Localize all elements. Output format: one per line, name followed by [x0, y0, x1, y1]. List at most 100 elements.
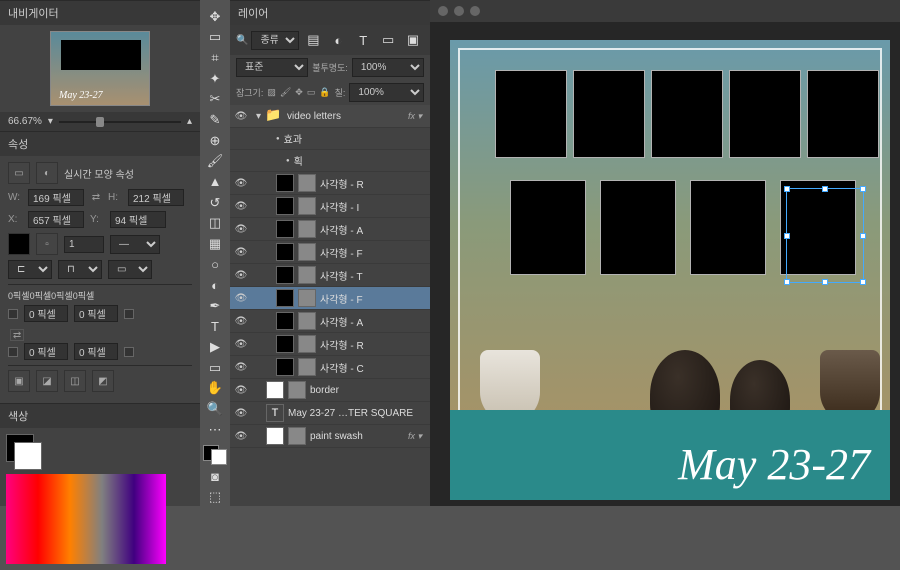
dodge-tool[interactable]: ◐: [204, 276, 226, 294]
transform-bounding-box[interactable]: [786, 188, 864, 283]
filter-type-icon[interactable]: T: [352, 29, 374, 51]
layer-name[interactable]: border: [310, 385, 339, 396]
layer-name[interactable]: 획: [294, 153, 303, 168]
gradient-tool[interactable]: ▦: [204, 235, 226, 253]
visibility-icon[interactable]: 👁: [234, 245, 248, 259]
layer-item[interactable]: 👁사각형 - I: [230, 195, 430, 218]
photo-placeholder[interactable]: [729, 70, 801, 158]
disclosure-icon[interactable]: ▾: [256, 111, 261, 122]
photo-placeholder[interactable]: [651, 70, 723, 158]
visibility-icon[interactable]: 👁: [234, 360, 248, 374]
width-input[interactable]: [28, 189, 84, 206]
layer-thumbnail[interactable]: [266, 427, 284, 445]
transform-handle[interactable]: [784, 279, 790, 285]
filter-shape-icon[interactable]: ▭: [377, 29, 399, 51]
screenmode-tool[interactable]: ⬚: [204, 488, 226, 506]
corner-tr-input[interactable]: [74, 305, 118, 322]
stroke-color-swatch[interactable]: ▫: [36, 233, 58, 255]
background-color[interactable]: [14, 442, 42, 470]
layer-item[interactable]: 👁TMay 23-27 …TER SQUARE: [230, 402, 430, 425]
stamp-tool[interactable]: ▲: [204, 173, 226, 191]
transform-handle[interactable]: [860, 186, 866, 192]
zoom-tool[interactable]: 🔍: [204, 400, 226, 418]
layer-thumbnail[interactable]: [276, 289, 294, 307]
stroke-width-input[interactable]: [64, 236, 104, 253]
layer-mask-thumbnail[interactable]: [288, 427, 306, 445]
wand-tool[interactable]: ✦: [204, 70, 226, 88]
pathop-intersect-icon[interactable]: ◫: [64, 370, 86, 392]
visibility-icon[interactable]: 👁: [234, 199, 248, 213]
lock-artboard-icon[interactable]: ▭: [307, 87, 316, 98]
quickmask-tool[interactable]: ◙: [204, 468, 226, 486]
type-tool[interactable]: T: [204, 318, 226, 336]
fx-badge[interactable]: fx ▾: [408, 111, 426, 122]
brush-tool[interactable]: 🖌: [204, 152, 226, 170]
visibility-icon[interactable]: 👁: [234, 383, 248, 397]
fill-color-swatch[interactable]: [8, 233, 30, 255]
lock-all-icon[interactable]: 🔒: [319, 87, 330, 98]
corner-tl-checkbox[interactable]: [8, 309, 18, 319]
zoom-in-icon[interactable]: ▴: [187, 116, 192, 127]
visibility-icon[interactable]: 👁: [234, 406, 248, 420]
cap-dropdown[interactable]: ⊏: [8, 260, 52, 279]
layer-name[interactable]: 사각형 - T: [320, 268, 363, 283]
layer-mask-thumbnail[interactable]: [298, 335, 316, 353]
layer-name[interactable]: 사각형 - R: [320, 337, 364, 352]
minimize-window-icon[interactable]: [454, 6, 464, 16]
visibility-icon[interactable]: 👁: [234, 268, 248, 282]
transform-handle[interactable]: [860, 233, 866, 239]
layer-name[interactable]: 사각형 - C: [320, 360, 364, 375]
layer-mask-thumbnail[interactable]: [298, 174, 316, 192]
layer-mask-thumbnail[interactable]: [298, 266, 316, 284]
filter-pixel-icon[interactable]: ▤: [302, 29, 324, 51]
filter-smart-icon[interactable]: ▣: [402, 29, 424, 51]
zoom-out-icon[interactable]: ▾: [48, 116, 53, 127]
transform-handle[interactable]: [822, 186, 828, 192]
layer-item[interactable]: 👁 사각형 - A: [230, 310, 430, 333]
link-corners-icon[interactable]: ⇄: [10, 329, 24, 341]
pen-tool[interactable]: ✒: [204, 297, 226, 315]
corner-br-input[interactable]: [74, 343, 118, 360]
visibility-icon[interactable]: 👁: [234, 176, 248, 190]
color-spectrum[interactable]: [6, 474, 166, 564]
visibility-icon[interactable]: 👁: [234, 314, 248, 328]
layer-name[interactable]: video letters: [287, 111, 341, 122]
layer-item[interactable]: 👁▾📁video lettersfx ▾: [230, 105, 430, 128]
path-select-tool[interactable]: ▶: [204, 338, 226, 356]
blend-mode-dropdown[interactable]: 표준: [236, 58, 308, 77]
layer-thumbnail[interactable]: [276, 220, 294, 238]
visibility-icon[interactable]: 👁: [234, 222, 248, 236]
photo-placeholder[interactable]: [807, 70, 879, 158]
y-input[interactable]: [110, 211, 166, 228]
stroke-style-dropdown[interactable]: —: [110, 235, 160, 254]
layer-item[interactable]: 👁 border: [230, 379, 430, 402]
layer-mask-thumbnail[interactable]: [298, 312, 316, 330]
corner-bl-checkbox[interactable]: [8, 347, 18, 357]
height-input[interactable]: [128, 189, 184, 206]
fx-badge[interactable]: fx ▾: [408, 431, 426, 442]
layer-name[interactable]: 사각형 - A: [320, 314, 363, 329]
layer-name[interactable]: 사각형 - A: [320, 222, 363, 237]
layer-mask-thumbnail[interactable]: [298, 289, 316, 307]
visibility-icon[interactable]: 👁: [234, 337, 248, 351]
transform-handle[interactable]: [784, 186, 790, 192]
layer-mask-thumbnail[interactable]: [298, 243, 316, 261]
close-window-icon[interactable]: [438, 6, 448, 16]
layer-item[interactable]: 👁 사각형 - A: [230, 218, 430, 241]
transform-handle[interactable]: [860, 279, 866, 285]
pathop-exclude-icon[interactable]: ◩: [92, 370, 114, 392]
layer-item[interactable]: 👁paint swashfx ▾: [230, 425, 430, 448]
layer-thumbnail[interactable]: [276, 266, 294, 284]
navigator-thumbnail[interactable]: May 23-27: [50, 31, 150, 106]
corner-br-checkbox[interactable]: [124, 347, 134, 357]
marquee-tool[interactable]: ▭: [204, 29, 226, 47]
x-input[interactable]: [28, 211, 84, 228]
layer-name[interactable]: 사각형 - F: [320, 245, 363, 260]
hand-tool[interactable]: ✋: [204, 380, 226, 398]
align-dropdown[interactable]: ▭: [108, 260, 152, 279]
layer-item[interactable]: ●획: [230, 150, 430, 172]
move-tool[interactable]: ✥: [204, 8, 226, 26]
visibility-icon[interactable]: 👁: [234, 429, 248, 443]
pathop-subtract-icon[interactable]: ◪: [36, 370, 58, 392]
layer-thumbnail[interactable]: [266, 381, 284, 399]
